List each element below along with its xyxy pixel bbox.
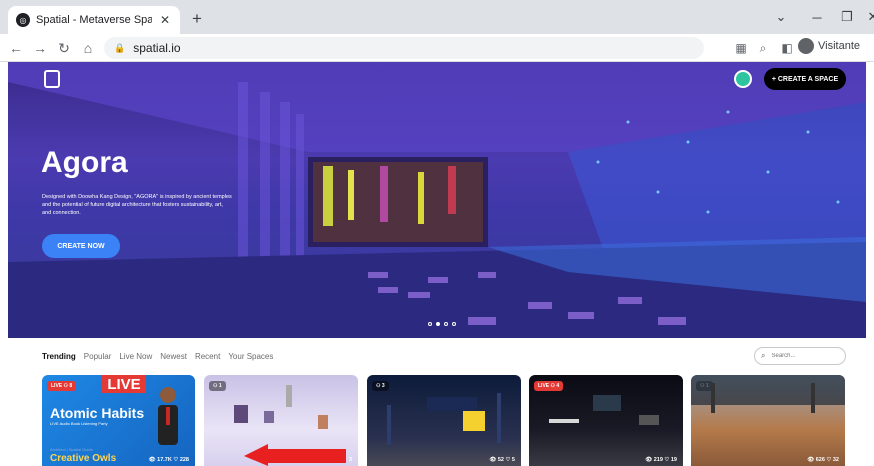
tab-your-spaces[interactable]: Your Spaces [228, 352, 273, 361]
card-title: Atomic Habits [50, 405, 145, 421]
carousel-dot-active[interactable] [436, 322, 440, 326]
forward-button[interactable]: → [30, 38, 50, 58]
user-avatar[interactable] [734, 70, 752, 88]
carousel-dots [428, 322, 456, 326]
tab-recent[interactable]: Recent [195, 352, 220, 361]
back-button[interactable]: ← [6, 38, 26, 58]
translate-icon[interactable]: ▦ [732, 39, 750, 57]
sidepanel-icon[interactable]: ◧ [778, 39, 796, 57]
spatial-favicon-icon: ◎ [16, 13, 30, 27]
minimize-button[interactable]: ─ [806, 8, 828, 26]
tab-trending[interactable]: Trending [42, 352, 76, 361]
annotation-arrow-icon [244, 444, 346, 466]
space-thumbnail-image [387, 393, 501, 445]
space-thumbnail-image [549, 395, 659, 425]
create-now-button[interactable]: CREATE NOW [42, 234, 120, 258]
browser-tab-strip: ◎ Spatial - Metaverse Spaces That ✕ + ⌄ … [0, 0, 874, 34]
card-footer-small: Architect | Spatial Guide [50, 447, 93, 452]
address-bar[interactable]: 🔒 spatial.io [104, 37, 704, 59]
tab-popular[interactable]: Popular [84, 352, 112, 361]
reload-button[interactable]: ↻ [54, 38, 74, 58]
hero-title: Agora [41, 146, 128, 179]
card-stats: 👁 52 ♡ 5 [489, 457, 515, 463]
new-tab-button[interactable]: + [186, 8, 208, 30]
home-button[interactable]: ⌂ [78, 38, 98, 58]
browser-toolbar: ← → ↻ ⌂ 🔒 spatial.io ▦ ⌕ ◧ Visitante [0, 34, 874, 62]
card-footer-big: Creative Owls [50, 453, 117, 464]
profile-button[interactable]: Visitante [798, 38, 860, 54]
carousel-dot[interactable] [428, 322, 432, 326]
card-stats: 👁 17.7K ♡ 228 [148, 457, 189, 463]
card-stats: 👁 626 ♡ 32 [807, 457, 839, 463]
tab-newest[interactable]: Newest [160, 352, 187, 361]
space-thumbnail-image [691, 375, 845, 413]
create-a-space-button[interactable]: + CREATE A SPACE [764, 68, 846, 90]
space-card[interactable]: ⚇ 3 👁 52 ♡ 5 [367, 375, 521, 466]
search-input[interactable] [771, 353, 832, 359]
live-banner: LIVE [102, 375, 146, 393]
hero-description: Designed with Doowha Kang Design, "AGORA… [42, 194, 232, 216]
carousel-dot[interactable] [452, 322, 456, 326]
card-stats: 👁 219 ♡ 19 [645, 457, 677, 463]
tab-live-now[interactable]: Live Now [119, 352, 152, 361]
space-card[interactable]: LIVE ⚇ 4 👁 219 ♡ 19 [529, 375, 683, 466]
profile-avatar-icon [798, 38, 814, 54]
spatial-logo-icon[interactable] [44, 70, 60, 88]
browser-tab[interactable]: ◎ Spatial - Metaverse Spaces That ✕ [8, 6, 180, 34]
tab-search-chevron-icon[interactable]: ⌄ [770, 8, 792, 26]
zoom-icon[interactable]: ⌕ [754, 39, 772, 57]
space-card[interactable]: ⚇ 1 👁 626 ♡ 32 [691, 375, 845, 466]
close-window-button[interactable]: ✕ [862, 8, 874, 26]
card-subtitle: LIVE Audio Book Listening Party [50, 421, 108, 426]
lock-icon: 🔒 [114, 42, 126, 53]
profile-name: Visitante [818, 40, 860, 52]
restore-button[interactable]: ❐ [836, 8, 858, 26]
tab-close-icon[interactable]: ✕ [158, 13, 172, 27]
space-card-atomic-habits[interactable]: LIVE ⚇ 8 LIVE Atomic Habits LIVE Audio B… [42, 375, 195, 466]
url-text: spatial.io [133, 41, 181, 55]
carousel-dot[interactable] [444, 322, 448, 326]
hero-banner: + CREATE A SPACE Agora Designed with Doo… [8, 62, 866, 338]
tab-title: Spatial - Metaverse Spaces That [36, 14, 152, 26]
filter-tabs: Trending Popular Live Now Newest Recent … [42, 352, 273, 361]
card-stats: 3 [348, 457, 352, 463]
presenter-avatar-image [158, 387, 178, 445]
search-box[interactable]: ⌕ [754, 347, 846, 365]
search-icon: ⌕ [761, 351, 766, 360]
live-badge: LIVE ⚇ 8 [47, 381, 77, 391]
